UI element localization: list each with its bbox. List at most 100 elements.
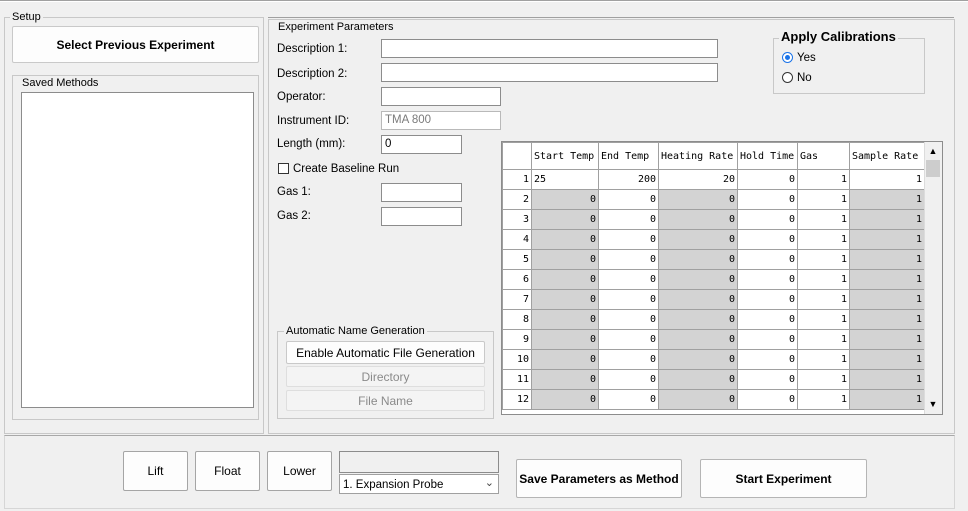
table-row[interactable]: 1 25 200 20 0 1 1 bbox=[502, 169, 925, 190]
cell-end-temp[interactable]: 0 bbox=[598, 329, 659, 350]
cell-end-temp[interactable]: 0 bbox=[598, 369, 659, 390]
cell-gas[interactable]: 1 bbox=[797, 269, 850, 290]
cell-heating-rate[interactable]: 0 bbox=[658, 309, 738, 330]
table-row[interactable]: 6000011 bbox=[502, 269, 925, 290]
cell-sample-rate[interactable]: 1 bbox=[849, 229, 925, 250]
calibrations-yes-radio[interactable] bbox=[782, 52, 793, 63]
table-row[interactable]: 9000011 bbox=[502, 329, 925, 350]
calibrations-no-label[interactable]: No bbox=[797, 71, 812, 85]
cell-gas[interactable]: 1 bbox=[797, 249, 850, 270]
cell-heating-rate[interactable]: 0 bbox=[658, 189, 738, 210]
cell-start-temp[interactable]: 0 bbox=[531, 249, 599, 270]
cell-hold-time[interactable]: 0 bbox=[737, 169, 798, 190]
cell-start-temp[interactable]: 0 bbox=[531, 269, 599, 290]
cell-heating-rate[interactable]: 0 bbox=[658, 269, 738, 290]
cell-start-temp[interactable]: 25 bbox=[531, 169, 599, 190]
cell-hold-time[interactable]: 0 bbox=[737, 369, 798, 390]
gas1-field[interactable] bbox=[381, 183, 462, 202]
baseline-label[interactable]: Create Baseline Run bbox=[293, 162, 399, 176]
col-start-temp[interactable]: Start Temp bbox=[531, 142, 599, 170]
cell-heating-rate[interactable]: 0 bbox=[658, 209, 738, 230]
table-scrollbar[interactable] bbox=[924, 142, 942, 414]
cell-heating-rate[interactable]: 0 bbox=[658, 249, 738, 270]
cell-heating-rate[interactable]: 0 bbox=[658, 389, 738, 410]
cell-gas[interactable]: 1 bbox=[797, 369, 850, 390]
cell-sample-rate[interactable]: 1 bbox=[849, 329, 925, 350]
cell-gas[interactable]: 1 bbox=[797, 189, 850, 210]
table-row[interactable]: 5000011 bbox=[502, 249, 925, 270]
lift-button[interactable]: Lift bbox=[123, 451, 188, 491]
table-row[interactable]: 10 0 0 0 0 1 1 bbox=[502, 349, 925, 370]
cell-hold-time[interactable]: 0 bbox=[737, 289, 798, 310]
cell-start-temp[interactable]: 0 bbox=[531, 329, 599, 350]
col-end-temp[interactable]: End Temp bbox=[598, 142, 659, 170]
enable-auto-file-button[interactable]: Enable Automatic File Generation bbox=[286, 341, 485, 364]
cell-end-temp[interactable]: 0 bbox=[598, 209, 659, 230]
cell-gas[interactable]: 1 bbox=[797, 329, 850, 350]
cell-gas[interactable]: 1 bbox=[797, 289, 850, 310]
cell-hold-time[interactable]: 0 bbox=[737, 229, 798, 250]
col-gas[interactable]: Gas bbox=[797, 142, 850, 170]
cell-end-temp[interactable]: 0 bbox=[598, 269, 659, 290]
cell-end-temp[interactable]: 0 bbox=[598, 189, 659, 210]
scroll-down-icon[interactable]: ▼ bbox=[925, 396, 941, 412]
description1-field[interactable] bbox=[381, 39, 718, 58]
cell-heating-rate[interactable]: 20 bbox=[658, 169, 738, 190]
cell-sample-rate[interactable]: 1 bbox=[849, 169, 925, 190]
cell-sample-rate[interactable]: 1 bbox=[849, 369, 925, 390]
cell-start-temp[interactable]: 0 bbox=[531, 389, 599, 410]
save-parameters-as-method-button[interactable]: Save Parameters as Method bbox=[516, 459, 682, 498]
cell-start-temp[interactable]: 0 bbox=[531, 349, 599, 370]
cell-hold-time[interactable]: 0 bbox=[737, 329, 798, 350]
cell-gas[interactable]: 1 bbox=[797, 209, 850, 230]
description2-field[interactable] bbox=[381, 63, 718, 82]
cell-start-temp[interactable]: 0 bbox=[531, 229, 599, 250]
col-sample-rate[interactable]: Sample Rate bbox=[849, 142, 925, 170]
cell-gas[interactable]: 1 bbox=[797, 349, 850, 370]
cell-start-temp[interactable]: 0 bbox=[531, 189, 599, 210]
cell-hold-time[interactable]: 0 bbox=[737, 249, 798, 270]
cell-sample-rate[interactable]: 1 bbox=[849, 189, 925, 210]
cell-end-temp[interactable]: 200 bbox=[598, 169, 659, 190]
cell-end-temp[interactable]: 0 bbox=[598, 349, 659, 370]
cell-sample-rate[interactable]: 1 bbox=[849, 289, 925, 310]
cell-heating-rate[interactable]: 0 bbox=[658, 229, 738, 250]
cell-gas[interactable]: 1 bbox=[797, 229, 850, 250]
cell-gas[interactable]: 1 bbox=[797, 309, 850, 330]
scroll-thumb[interactable] bbox=[926, 160, 940, 177]
cell-start-temp[interactable]: 0 bbox=[531, 309, 599, 330]
cell-sample-rate[interactable]: 1 bbox=[849, 269, 925, 290]
select-previous-experiment-button[interactable]: Select Previous Experiment bbox=[12, 26, 259, 63]
cell-heating-rate[interactable]: 0 bbox=[658, 369, 738, 390]
cell-end-temp[interactable]: 0 bbox=[598, 249, 659, 270]
col-heating-rate[interactable]: Heating Rate bbox=[658, 142, 738, 170]
start-experiment-button[interactable]: Start Experiment bbox=[700, 459, 867, 498]
lower-button[interactable]: Lower bbox=[267, 451, 332, 491]
cell-end-temp[interactable]: 0 bbox=[598, 289, 659, 310]
cell-gas[interactable]: 1 bbox=[797, 169, 850, 190]
cell-start-temp[interactable]: 0 bbox=[531, 289, 599, 310]
cell-heating-rate[interactable]: 0 bbox=[658, 349, 738, 370]
cell-start-temp[interactable]: 0 bbox=[531, 209, 599, 230]
gas2-field[interactable] bbox=[381, 207, 462, 226]
cell-sample-rate[interactable]: 1 bbox=[849, 249, 925, 270]
operator-field[interactable] bbox=[381, 87, 501, 106]
cell-sample-rate[interactable]: 1 bbox=[849, 309, 925, 330]
scroll-up-icon[interactable]: ▲ bbox=[925, 143, 941, 159]
calibrations-no-radio[interactable] bbox=[782, 72, 793, 83]
saved-methods-list[interactable] bbox=[21, 92, 254, 408]
table-row[interactable]: 4000011 bbox=[502, 229, 925, 250]
table-row[interactable]: 3000011 bbox=[502, 209, 925, 230]
cell-hold-time[interactable]: 0 bbox=[737, 389, 798, 410]
cell-hold-time[interactable]: 0 bbox=[737, 189, 798, 210]
table-row[interactable]: 8000011 bbox=[502, 309, 925, 330]
col-hold-time[interactable]: Hold Time bbox=[737, 142, 798, 170]
cell-start-temp[interactable]: 0 bbox=[531, 369, 599, 390]
cell-sample-rate[interactable]: 1 bbox=[849, 389, 925, 410]
program-table[interactable]: Start Temp End Temp Heating Rate Hold Ti… bbox=[502, 142, 925, 410]
cell-end-temp[interactable]: 0 bbox=[598, 389, 659, 410]
cell-hold-time[interactable]: 0 bbox=[737, 349, 798, 370]
table-row[interactable]: 12 0 0 0 0 1 1 bbox=[502, 389, 925, 410]
cell-hold-time[interactable]: 0 bbox=[737, 269, 798, 290]
cell-end-temp[interactable]: 0 bbox=[598, 309, 659, 330]
